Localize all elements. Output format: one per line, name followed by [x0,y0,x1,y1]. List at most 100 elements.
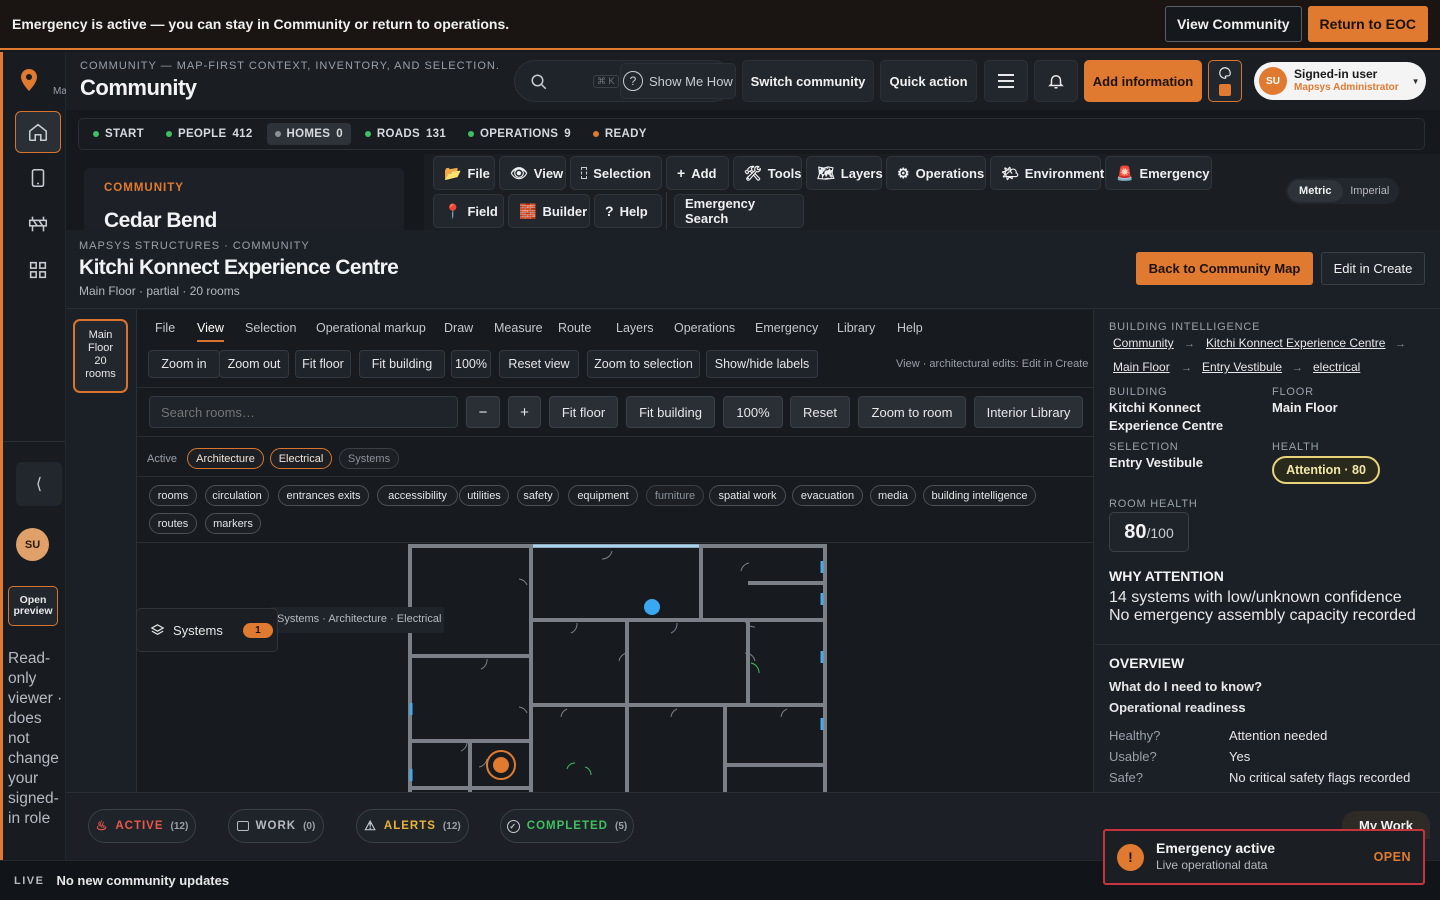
layer-chip-building-intelligence[interactable]: building intelligence [923,485,1036,506]
map-pin-icon[interactable] [19,68,39,97]
layer-chip-rooms[interactable]: rooms [149,485,197,506]
notifications-button[interactable] [1034,60,1078,102]
view-button-zoom-out[interactable]: Zoom out [219,350,289,378]
status-item-ready[interactable]: READY [585,123,655,145]
tray-active-button[interactable]: ♨ ACTIVE (12) [88,809,196,843]
add-menu-button[interactable]: + Add [666,156,729,190]
tray-work-button[interactable]: WORK (0) [228,809,324,843]
theme-button[interactable] [1208,60,1242,102]
view-button-zoom-to-selection[interactable]: Zoom to selection [587,350,700,378]
crumb-floor[interactable]: Main Floor [1113,360,1170,374]
floor-plan-canvas[interactable] [137,543,1095,792]
selection-menu-button[interactable]: Selection [570,156,662,190]
layer-chip-entrances-exits[interactable]: entrances exits [278,485,369,506]
plan-menu-emergency[interactable]: Emergency [755,321,818,335]
crumb-room[interactable]: Entry Vestibule [1202,360,1282,374]
active-layer-architecture[interactable]: Architecture [187,448,264,469]
plan-menu-help[interactable]: Help [897,321,923,335]
layer-chip-evacuation[interactable]: evacuation [792,485,863,506]
status-item-homes[interactable]: HOMES 0 [266,123,351,145]
emergency-menu-button[interactable]: 🚨 Emergency [1105,156,1212,190]
collapse-button[interactable]: ⟨ [16,462,62,506]
layer-chips: rooms circulation entrances exits accessibi… [137,485,1095,537]
crumb-building[interactable]: Kitchi Konnect Experience Centre [1206,336,1385,350]
toast-open-button[interactable]: OPEN [1374,850,1411,864]
layer-chip-circulation[interactable]: circulation [205,485,269,506]
quick-action-button[interactable]: Quick action [880,60,977,102]
systems-panel-toggle[interactable]: Systems 1 [136,608,278,652]
rail-grid[interactable] [15,249,61,291]
plan-menu-view[interactable]: View [197,321,224,342]
field-menu-button[interactable]: 📍 Field [433,194,504,228]
switch-community-button[interactable]: Switch community [742,60,874,102]
rail-home[interactable] [15,111,61,153]
zoom-in-stepper[interactable]: + [508,396,541,428]
status-item-people[interactable]: PEOPLE 412 [158,123,261,145]
operations-menu-button[interactable]: ⚙ Operations [886,156,986,190]
tool-button-reset[interactable]: Reset [790,396,850,428]
emergency-search-button[interactable]: Emergency Search [674,194,804,228]
layer-chip-markers[interactable]: markers [205,513,261,534]
status-item-operations[interactable]: OPERATIONS 9 [460,123,579,145]
rail-device[interactable] [15,157,61,199]
status-item-roads[interactable]: ROADS 131 [357,123,454,145]
open-preview-button[interactable]: Open preview [8,586,58,626]
layer-chip-furniture[interactable]: furniture [646,485,704,506]
plan-menu-file[interactable]: File [155,321,175,335]
file-menu-button[interactable]: 📂 File [433,156,495,190]
help-menu-button[interactable]: ? Help [594,194,662,228]
view-button-fit-floor[interactable]: Fit floor [295,350,351,378]
view-button-show-hide-labels[interactable]: Show/hide labels [706,350,818,378]
layers-menu-button[interactable]: 🗺 Layers [806,156,883,190]
tool-button-interior-library[interactable]: Interior Library [974,396,1083,428]
tool-button-100-[interactable]: 100% [723,396,783,428]
tray-alerts-button[interactable]: ⚠ ALERTS (12) [356,809,469,843]
tool-button-fit-building[interactable]: Fit building [626,396,715,428]
floor-tile-main[interactable]: Main Floor 20 rooms [73,319,128,393]
layer-chip-media[interactable]: media [870,485,916,506]
user-menu[interactable]: SU Signed-in user Mapsys Administrator ▼ [1254,62,1426,100]
layer-chip-equipment[interactable]: equipment [568,485,638,506]
layer-chip-accessibility[interactable]: accessibility [377,485,458,506]
add-information-button[interactable]: Add information [1084,60,1202,102]
plan-menu-measure[interactable]: Measure [494,321,543,335]
metric-option[interactable]: Metric [1288,180,1343,202]
rail-roadblock[interactable] [15,203,61,245]
plan-menu-operational-markup[interactable]: Operational markup [316,321,426,335]
show-me-how-button[interactable]: ? Show Me How [620,63,736,99]
back-to-community-map-button[interactable]: Back to Community Map [1136,252,1313,285]
view-button-100-[interactable]: 100% [451,350,491,378]
plan-menu-selection[interactable]: Selection [245,321,296,335]
view-button-zoom-in[interactable]: Zoom in [148,350,220,378]
view-community-button[interactable]: View Community [1165,6,1302,42]
plan-menu-draw[interactable]: Draw [444,321,473,335]
layer-chip-safety[interactable]: safety [517,485,559,506]
plan-menu-operations[interactable]: Operations [674,321,735,335]
status-item-start[interactable]: START [85,123,152,145]
plan-menu-route[interactable]: Route [558,321,591,335]
return-to-eoc-button[interactable]: Return to EOC [1307,6,1428,42]
plan-menu-layers[interactable]: Layers [616,321,654,335]
layer-chip-routes[interactable]: routes [149,513,197,534]
active-layer-electrical[interactable]: Electrical [270,448,332,469]
layer-chip-utilities[interactable]: utilities [459,485,509,506]
crumb-system[interactable]: electrical [1313,360,1360,374]
tray-completed-button[interactable]: ✓ COMPLETED (5) [500,809,634,843]
environment-menu-button[interactable]: 🌤 Environment [990,156,1104,190]
builder-menu-button[interactable]: 🧱 Builder [508,194,590,228]
tool-button-fit-floor[interactable]: Fit floor [549,396,618,428]
view-menu-button[interactable]: 👁 View [499,156,566,190]
view-button-reset-view[interactable]: Reset view [499,350,579,378]
zoom-out-stepper[interactable]: − [466,396,500,428]
avatar[interactable]: SU [16,528,49,561]
menu-button[interactable] [984,60,1028,102]
crumb-community[interactable]: Community [1113,336,1174,350]
plan-menu-library[interactable]: Library [837,321,875,335]
active-layer-systems[interactable]: Systems [339,448,399,469]
tool-button-zoom-to-room[interactable]: Zoom to room [858,396,966,428]
layer-chip-spatial-work[interactable]: spatial work [709,485,786,506]
edit-in-create-button[interactable]: Edit in Create [1321,252,1425,285]
view-button-fit-building[interactable]: Fit building [359,350,445,378]
tools-menu-button[interactable]: 🛠 Tools [733,156,802,190]
imperial-option[interactable]: Imperial [1343,185,1398,197]
